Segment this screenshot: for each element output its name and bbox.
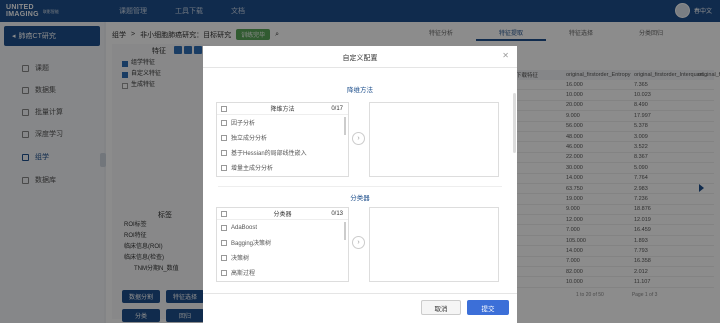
list-item[interactable]: 独立成分分析 xyxy=(217,130,348,145)
list-item[interactable]: AdaBoost xyxy=(217,220,348,235)
modal-title: 自定义配置 xyxy=(342,55,378,62)
list-item[interactable]: 因子分析 xyxy=(217,115,348,130)
list-item[interactable]: 决策树 xyxy=(217,250,348,265)
classifier-source-list: 分类器 0/13 AdaBoost Bagging决策树 决策树 高斯过程 xyxy=(216,207,349,282)
classifier-target-list xyxy=(369,207,499,282)
list-header: 分类器 0/13 xyxy=(217,208,348,220)
scrollbar[interactable] xyxy=(344,222,346,240)
close-icon[interactable]: ✕ xyxy=(502,51,509,60)
custom-config-modal: 自定义配置 ✕ 降维方法 降维方法 0/17 因子分析 独立成分分析 基于Hes… xyxy=(203,46,517,323)
list-item[interactable]: 增量主成分分析 xyxy=(217,160,348,175)
divider xyxy=(218,186,502,187)
dimreduction-source-list: 降维方法 0/17 因子分析 独立成分分析 基于Hessian的局部线性嵌入 增… xyxy=(216,102,349,177)
submit-button[interactable]: 提交 xyxy=(467,300,509,315)
dimreduction-target-list xyxy=(369,102,499,177)
modal-scrollbar[interactable] xyxy=(513,93,516,153)
list-item[interactable]: Bagging决策树 xyxy=(217,235,348,250)
cancel-button[interactable]: 取消 xyxy=(421,300,461,315)
modal-body[interactable]: 降维方法 降维方法 0/17 因子分析 独立成分分析 基于Hessian的局部线… xyxy=(203,68,517,293)
list-item[interactable]: 基于Hessian的局部线性嵌入 xyxy=(217,145,348,160)
section-title-classifier: 分类器 xyxy=(350,195,370,202)
section-title-dimreduction: 降维方法 xyxy=(347,87,373,94)
transfer-right-icon[interactable]: › xyxy=(352,132,365,145)
list-item[interactable]: 高斯过程 xyxy=(217,265,348,280)
app-root: UNITED IMAGING 联影智能 课题管理 工具下载 文档 春中文 ◂ 肺… xyxy=(0,0,720,323)
scrollbar[interactable] xyxy=(344,117,346,135)
modal-footer: 取消 提交 xyxy=(203,293,517,323)
list-header: 降维方法 0/17 xyxy=(217,103,348,115)
transfer-right-icon[interactable]: › xyxy=(352,236,365,249)
